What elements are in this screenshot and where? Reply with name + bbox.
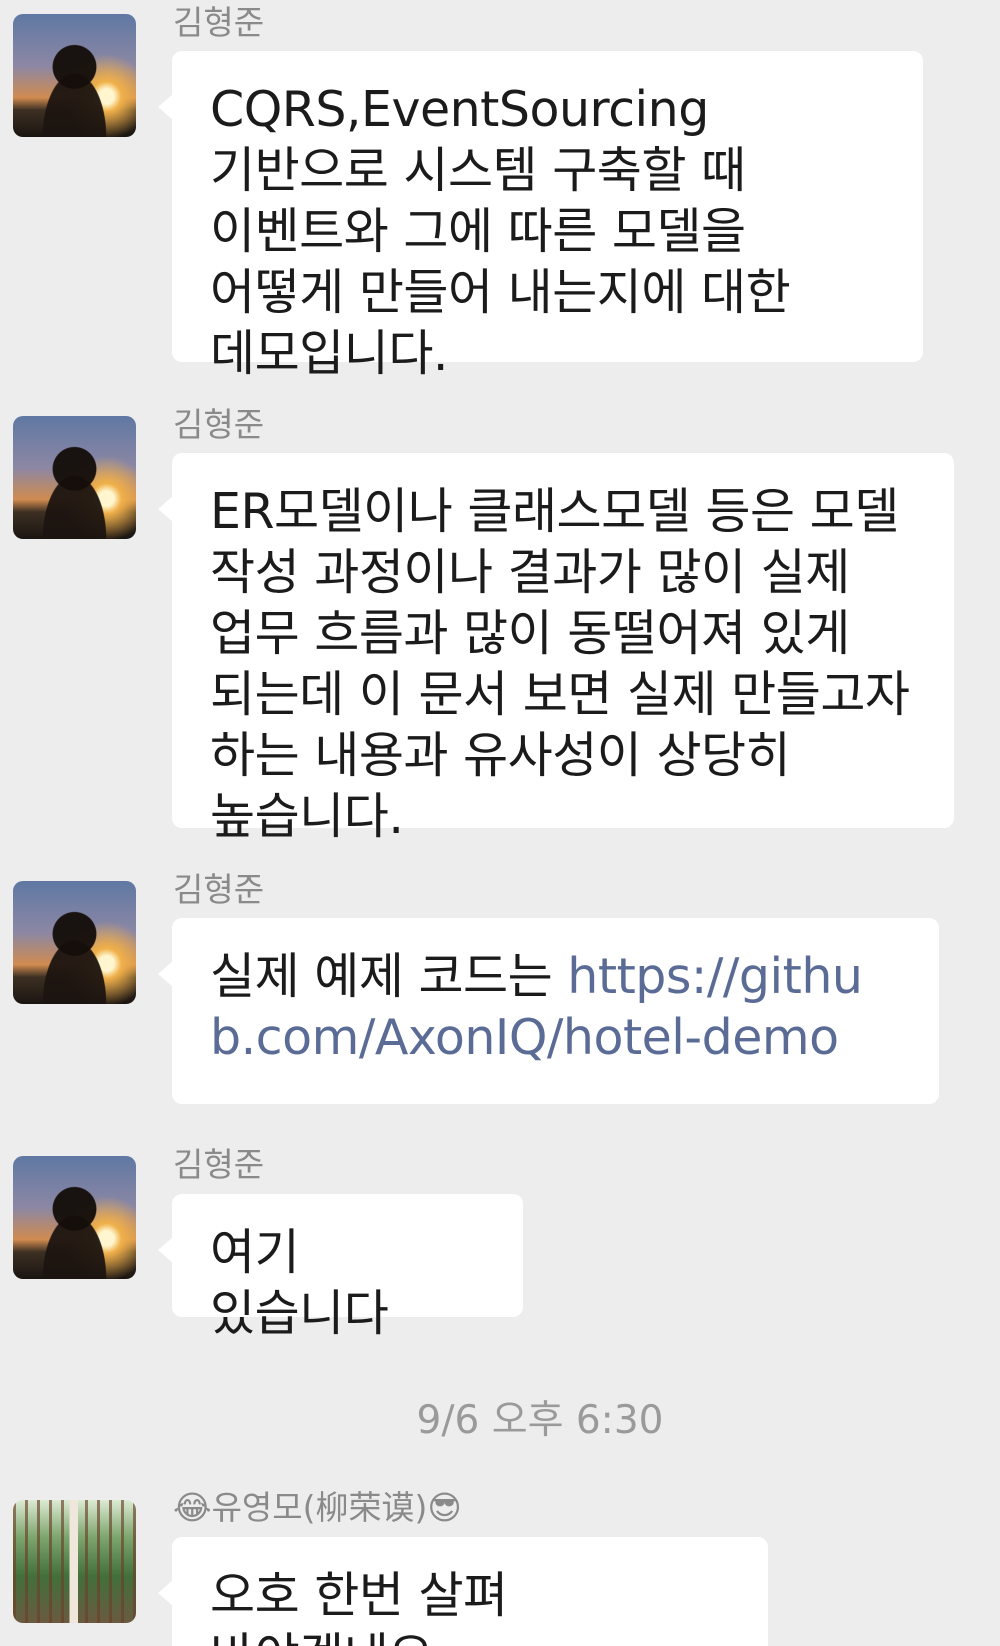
sender-name: 유영모(柳荣谟) — [211, 1488, 428, 1527]
sender-name: 김형준 — [173, 870, 265, 909]
message-text: 오호 한번 살펴 바야겠네요 — [210, 1567, 508, 1646]
message-text: CQRS,EventSourcing 기반으로 시스템 구축할 때 이벤트와 그… — [210, 81, 791, 382]
sunglasses-emoji-icon: 😎 — [427, 1488, 462, 1527]
sender-avatar-sunset-icon[interactable] — [13, 416, 136, 539]
message-bubble[interactable]: 오호 한번 살펴 바야겠네요 — [158, 1537, 768, 1646]
sender-avatar-forest-bridge-icon[interactable] — [13, 1500, 136, 1623]
message-text: 실제 예제 코드는 https://github.com/AxonIQ/hote… — [210, 946, 905, 1068]
chat-timestamp: 9/6 오후 6:30 — [416, 1398, 664, 1443]
message-bubble[interactable]: 실제 예제 코드는 https://github.com/AxonIQ/hote… — [158, 918, 939, 1104]
laughing-crying-emoji-icon: 😂 — [173, 1488, 212, 1527]
sender-avatar-sunset-icon[interactable] — [13, 881, 136, 1004]
message-prefix-text: 실제 예제 코드는 — [210, 948, 568, 1005]
sender-avatar-sunset-icon[interactable] — [13, 14, 136, 137]
message-bubble[interactable]: ER모델이나 클래스모델 등은 모델 작성 과정이나 결과가 많이 실제 업무 … — [158, 453, 954, 845]
message-bubble[interactable]: 여기 있습니다 — [158, 1194, 523, 1342]
message-text: ER모델이나 클래스모델 등은 모델 작성 과정이나 결과가 많이 실제 업무 … — [210, 483, 910, 845]
sender-name-row: 😂유영모(柳荣谟)😎 — [173, 1486, 462, 1530]
sender-avatar-sunset-icon[interactable] — [13, 1156, 136, 1279]
message-bubble[interactable]: CQRS,EventSourcing 기반으로 시스템 구축할 때 이벤트와 그… — [158, 51, 923, 382]
chat-screen: 김형준 CQRS,EventSourcing 기반으로 시스템 구축할 때 이벤… — [0, 0, 1000, 1646]
message-text: 여기 있습니다 — [210, 1224, 389, 1342]
sender-name: 김형준 — [173, 1145, 265, 1184]
sender-name: 김형준 — [173, 405, 265, 444]
sender-name: 김형준 — [173, 3, 265, 42]
